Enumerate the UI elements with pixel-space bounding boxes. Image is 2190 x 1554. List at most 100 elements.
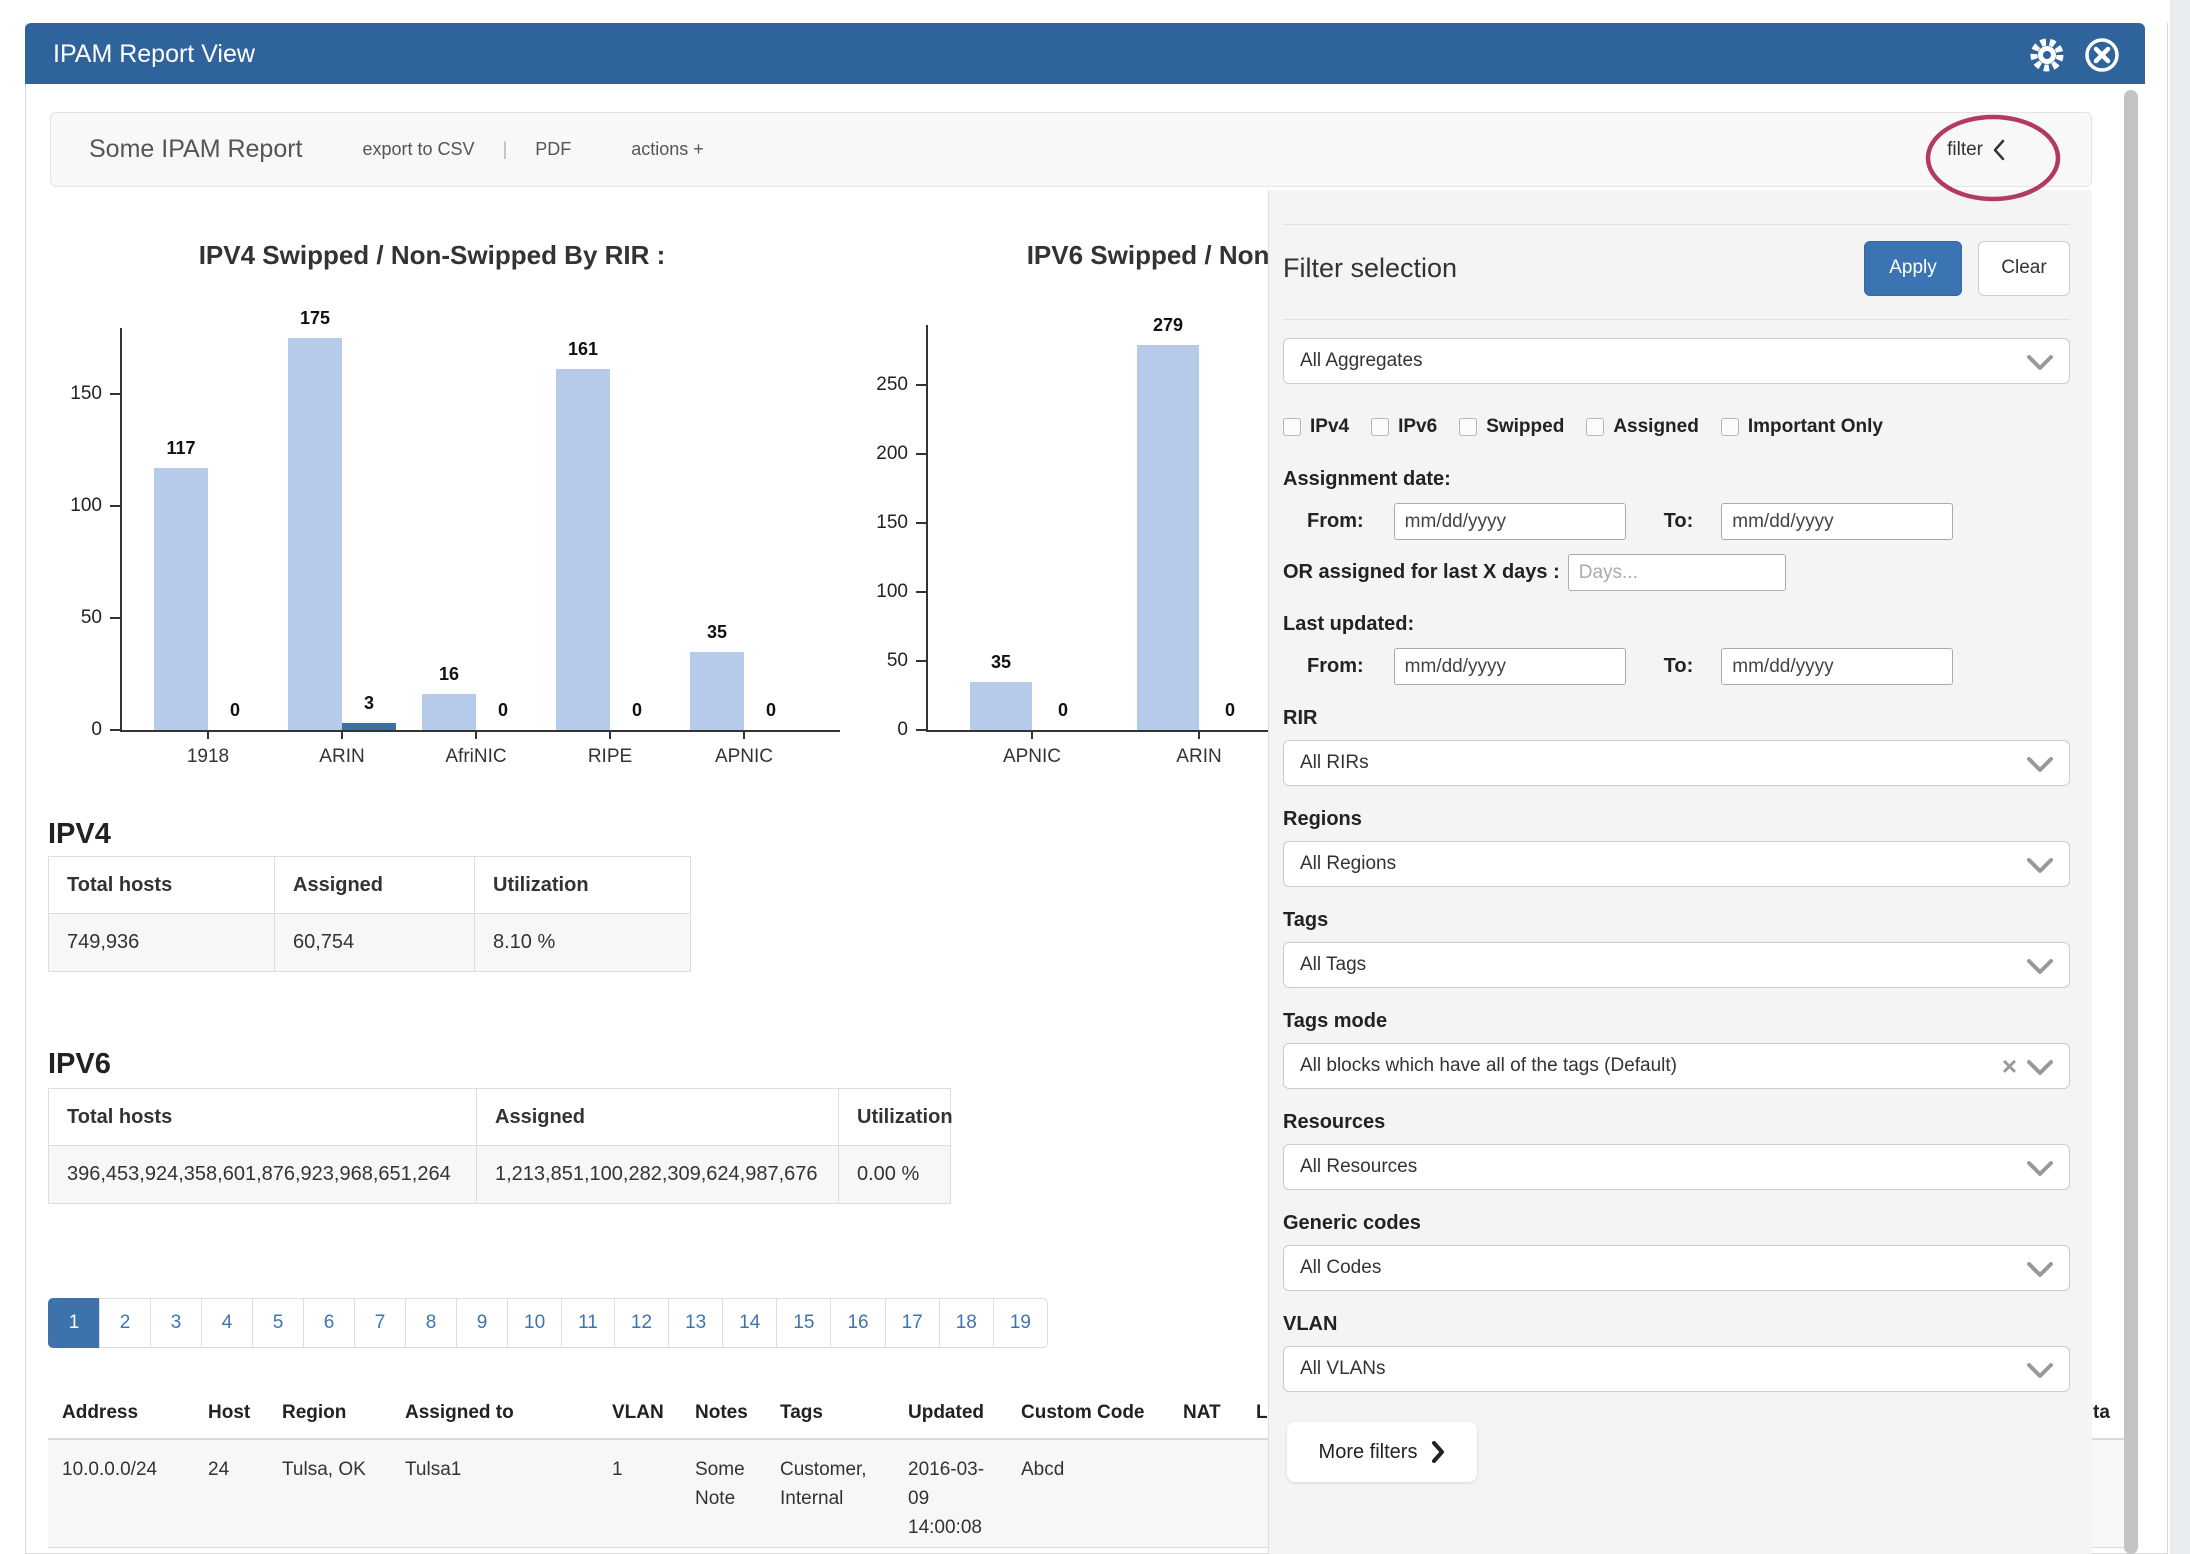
vlan-select[interactable]: All VLANs (1283, 1346, 2070, 1392)
page-button[interactable]: 2 (99, 1298, 151, 1348)
x-category-label: APNIC (674, 746, 814, 768)
close-icon[interactable] (2082, 35, 2122, 75)
checkbox-label: Swipped (1486, 416, 1564, 438)
page-button[interactable]: 13 (668, 1298, 723, 1348)
x-tick-mark (341, 730, 343, 739)
filter-checkbox-important-only[interactable]: Important Only (1721, 416, 1883, 438)
bar-value-label: 161 (556, 339, 610, 360)
gear-icon[interactable] (2027, 35, 2067, 75)
page-button[interactable]: 5 (252, 1298, 304, 1348)
assignment-date-to-input[interactable] (1721, 503, 1953, 540)
x-tick-mark (743, 730, 745, 739)
page-button[interactable]: 16 (830, 1298, 885, 1348)
last-updated-from-input[interactable] (1394, 648, 1626, 685)
bar-value-label: 175 (288, 308, 342, 329)
clear-button[interactable]: Clear (1978, 241, 2070, 296)
or-days-label: OR assigned for last X days : (1283, 561, 1560, 584)
page-button[interactable]: 8 (405, 1298, 457, 1348)
bar-value-label: 0 (1199, 700, 1261, 721)
y-tick-mark (916, 522, 926, 524)
bar-non-swipped (342, 723, 396, 730)
chevron-right-icon (1431, 1441, 1445, 1463)
page-button[interactable]: 19 (993, 1298, 1048, 1348)
table-column-header: Host (208, 1402, 288, 1424)
filter-checkbox-ipv4[interactable]: IPv4 (1283, 416, 1349, 438)
y-tick-label: 150 (846, 512, 908, 534)
chevron-down-icon (2027, 1060, 2053, 1076)
y-tick-mark (110, 729, 120, 731)
regions-select-value: All Regions (1300, 853, 1396, 875)
filter-checkbox-swipped[interactable]: Swipped (1459, 416, 1564, 438)
page-button[interactable]: 14 (722, 1298, 777, 1348)
aggregates-select[interactable]: All Aggregates (1283, 338, 2070, 384)
bar-swipped (422, 694, 476, 730)
tags-select[interactable]: All Tags (1283, 942, 2070, 988)
apply-button[interactable]: Apply (1864, 241, 1962, 296)
checkbox-box (1371, 418, 1389, 436)
x-tick-mark (475, 730, 477, 739)
last-updated-to-input[interactable] (1721, 648, 1953, 685)
y-tick-mark (916, 729, 926, 731)
pagination: 12345678910111213141516171819 (48, 1298, 1048, 1348)
resources-select[interactable]: All Resources (1283, 1144, 2070, 1190)
filter-toggle-link[interactable]: filter (1947, 139, 2005, 161)
page-button[interactable]: 3 (150, 1298, 202, 1348)
filter-section-label-generic-codes: Generic codes (1283, 1212, 2070, 1235)
page-button[interactable]: 18 (939, 1298, 994, 1348)
x-category-label: AfriNIC (406, 746, 546, 768)
checkbox-box (1721, 418, 1739, 436)
table-cell: 1 (612, 1455, 676, 1484)
generic-codes-select[interactable]: All Codes (1283, 1245, 2070, 1291)
more-filters-button[interactable]: More filters (1287, 1422, 1477, 1482)
x-tick-mark (1031, 730, 1033, 739)
page-button[interactable]: 1 (48, 1298, 100, 1348)
page-button[interactable]: 6 (303, 1298, 355, 1348)
report-title: Some IPAM Report (89, 135, 303, 164)
assignment-date-from-input[interactable] (1394, 503, 1626, 540)
summary-column-header: Assigned (275, 857, 475, 914)
bar-value-label: 0 (208, 700, 262, 721)
or-days-input[interactable] (1568, 554, 1786, 591)
bar-swipped (556, 369, 610, 730)
export-csv-link[interactable]: export to CSV (363, 139, 475, 160)
filter-toggle-label: filter (1947, 139, 1983, 161)
bar-value-label: 3 (342, 693, 396, 714)
tags-mode-select[interactable]: All blocks which have all of the tags (D… (1283, 1043, 2070, 1089)
bar-swipped (1137, 345, 1199, 730)
page-button[interactable]: 4 (201, 1298, 253, 1348)
actions-menu-link[interactable]: actions + (631, 139, 704, 160)
y-tick-label: 100 (40, 495, 102, 517)
export-pdf-link[interactable]: PDF (535, 139, 571, 160)
summary-cell-value: 749,936 (49, 914, 275, 971)
summary-header-row: Total hostsAssignedUtilization (49, 857, 690, 914)
page-button[interactable]: 12 (614, 1298, 669, 1348)
page-button[interactable]: 11 (561, 1298, 615, 1348)
clear-selection-icon[interactable]: × (2002, 1051, 2017, 1082)
page-button[interactable]: 15 (776, 1298, 831, 1348)
y-tick-label: 200 (846, 443, 908, 465)
filter-checkbox-assigned[interactable]: Assigned (1586, 416, 1699, 438)
chevron-left-icon (1993, 139, 2005, 161)
report-toolbar: Some IPAM Report export to CSV | PDF act… (50, 112, 2092, 187)
x-tick-mark (207, 730, 209, 739)
page-button[interactable]: 10 (507, 1298, 562, 1348)
rir-select[interactable]: All RIRs (1283, 740, 2070, 786)
regions-select[interactable]: All Regions (1283, 841, 2070, 887)
page-button[interactable]: 17 (885, 1298, 940, 1348)
summary-column-header: Assigned (477, 1089, 839, 1146)
filter-checkbox-ipv6[interactable]: IPv6 (1371, 416, 1437, 438)
table-column-header: NAT (1183, 1402, 1257, 1424)
vlan-select-value: All VLANs (1300, 1358, 1386, 1380)
chevron-down-icon (2027, 1262, 2053, 1278)
ipv4-summary-table: Total hostsAssignedUtilization749,93660,… (48, 856, 691, 972)
y-tick-mark (110, 617, 120, 619)
vertical-scrollbar-thumb[interactable] (2124, 90, 2138, 1554)
summary-cell-value: 396,453,924,358,601,876,923,968,651,264 (49, 1146, 477, 1203)
summary-cell-value: 1,213,851,100,282,309,624,987,676 (477, 1146, 839, 1203)
y-tick-label: 0 (40, 719, 102, 741)
y-tick-mark (916, 660, 926, 662)
table-cell: Abcd (1021, 1455, 1163, 1484)
page-button[interactable]: 9 (456, 1298, 508, 1348)
table-cell: Tulsa1 (405, 1455, 583, 1484)
page-button[interactable]: 7 (354, 1298, 406, 1348)
